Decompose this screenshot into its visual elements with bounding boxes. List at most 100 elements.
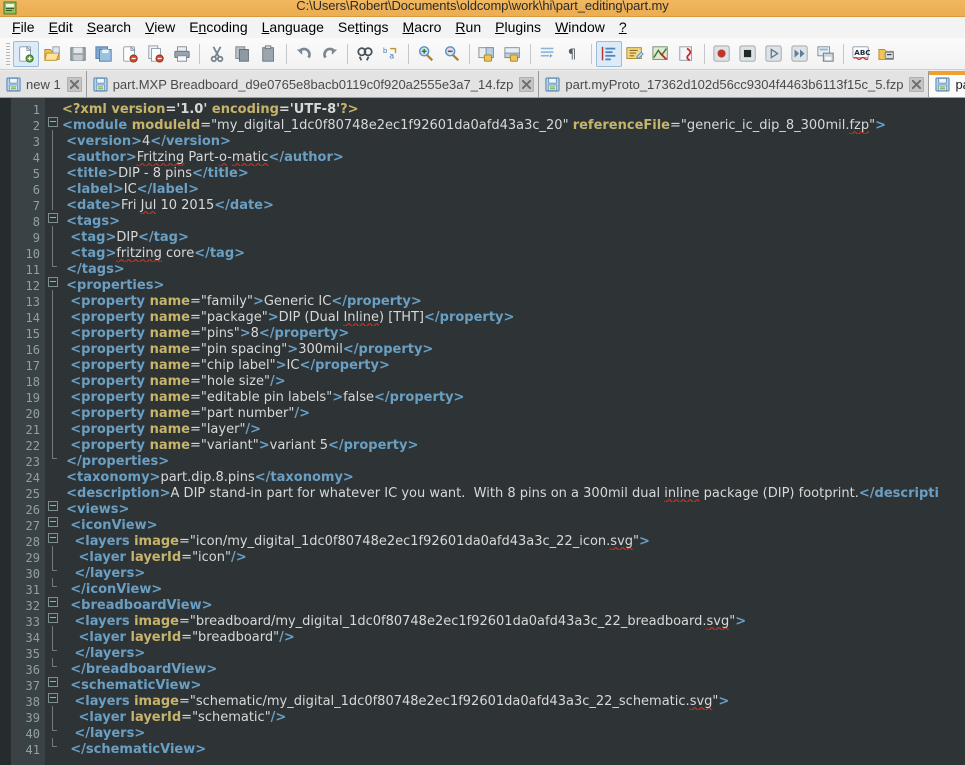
open-file-icon[interactable]	[39, 41, 65, 67]
line-number: 7	[32, 199, 40, 213]
fold-marker[interactable]	[45, 274, 62, 290]
fold-collapse-icon[interactable]	[48, 613, 58, 623]
close-file-icon[interactable]	[117, 41, 143, 67]
fold-marker[interactable]	[45, 690, 62, 706]
code-line: <property name="editable pin labels">fal…	[70, 390, 465, 405]
menu-language[interactable]: Language	[255, 18, 331, 37]
fold-marker[interactable]	[45, 610, 62, 626]
fold-marker	[45, 562, 62, 578]
word-wrap-icon[interactable]	[535, 41, 561, 67]
line-number: 25	[25, 487, 40, 501]
redo-icon[interactable]	[317, 41, 343, 67]
print-icon[interactable]	[169, 41, 195, 67]
play-macro-icon[interactable]	[761, 41, 787, 67]
function-list-icon[interactable]	[674, 41, 700, 67]
line-number: 8	[32, 215, 40, 229]
undo-icon[interactable]	[291, 41, 317, 67]
record-macro-icon[interactable]	[709, 41, 735, 67]
close-tab-icon[interactable]	[519, 76, 535, 92]
show-doc-map-icon[interactable]	[648, 41, 674, 67]
menu-view[interactable]: View	[138, 18, 182, 37]
toolbar-drag-handle[interactable]	[6, 42, 10, 65]
fold-collapse-icon[interactable]	[48, 277, 58, 287]
paste-icon[interactable]	[256, 41, 282, 67]
fold-marker[interactable]	[45, 674, 62, 690]
new-file-icon[interactable]	[13, 40, 39, 67]
editor-bookmark-margin[interactable]	[0, 98, 11, 765]
show-all-characters-icon[interactable]: ¶	[561, 41, 587, 67]
code-line: <layer layerId="breadboard"/>	[78, 630, 295, 645]
save-icon[interactable]	[65, 41, 91, 67]
close-all-files-icon[interactable]	[143, 41, 169, 67]
code-line: <tag>DIP</tag>	[70, 230, 189, 245]
fold-marker[interactable]	[45, 514, 62, 530]
fold-marker[interactable]	[45, 498, 62, 514]
code-line: <properties>	[66, 278, 165, 293]
menu-settings[interactable]: Settings	[331, 18, 396, 37]
stop-recording-icon[interactable]	[735, 41, 761, 67]
fold-collapse-icon[interactable]	[48, 501, 58, 511]
zoom-in-icon[interactable]	[413, 41, 439, 67]
cut-icon[interactable]	[204, 41, 230, 67]
close-tab-icon[interactable]	[909, 76, 925, 92]
document-tab[interactable]: new 1	[0, 71, 87, 97]
code-line: <version>4</version>	[66, 134, 231, 149]
code-editor[interactable]: 1 2 3 4 5 6 7 8 9 10 11 12 13 14 15 16 17 18 19 20 21 22 23 24 2…	[0, 98, 965, 765]
fold-collapse-icon[interactable]	[48, 213, 58, 223]
fold-marker[interactable]	[45, 594, 62, 610]
spell-check-icon[interactable]: ABC	[848, 41, 874, 67]
fold-marker[interactable]	[45, 114, 62, 130]
line-number: 27	[25, 519, 40, 533]
save-macro-icon[interactable]	[813, 41, 839, 67]
menu-file[interactable]: File	[5, 18, 42, 37]
fold-collapse-icon[interactable]	[48, 597, 58, 607]
fold-collapse-icon[interactable]	[48, 677, 58, 687]
save-all-icon[interactable]	[91, 41, 117, 67]
fold-marker	[45, 546, 62, 562]
menu-run[interactable]: Run	[448, 18, 488, 37]
code-line: </tags>	[66, 262, 125, 277]
menu-search[interactable]: Search	[80, 18, 138, 37]
fold-marker	[45, 162, 62, 178]
indent-guideline-icon[interactable]	[596, 40, 622, 67]
window-title-bar: C:\Users\Robert\Documents\oldcomp\work\h…	[0, 0, 965, 17]
code-folding-margin[interactable]	[45, 98, 62, 765]
line-number: 1	[32, 103, 40, 117]
document-tab[interactable]: part.MXP Breadboard_d9e0765e8bacb0119c0f…	[86, 71, 540, 97]
menu-macro[interactable]: Macro	[396, 18, 449, 37]
fold-collapse-icon[interactable]	[48, 117, 58, 127]
svg-text:ABC: ABC	[854, 47, 870, 56]
document-tab[interactable]: par	[929, 71, 965, 97]
fold-guide-line	[52, 194, 53, 210]
menu-plugins[interactable]: Plugins	[488, 18, 548, 37]
sync-horizontal-scroll-icon[interactable]	[500, 41, 526, 67]
fold-collapse-icon[interactable]	[48, 693, 58, 703]
toolbar-separator	[843, 43, 844, 64]
close-tab-icon[interactable]	[66, 76, 82, 92]
find-icon[interactable]	[352, 41, 378, 67]
sync-vertical-scroll-icon[interactable]	[474, 41, 500, 67]
fold-marker	[45, 466, 62, 482]
document-tab[interactable]: part.myProto_17362d102d56cc9304f4463b611…	[539, 71, 930, 97]
run-macro-multiple-icon[interactable]	[787, 41, 813, 67]
replace-icon[interactable]: ba	[378, 41, 404, 67]
menu-help[interactable]: ?	[612, 18, 634, 37]
menu-window[interactable]: Window	[548, 18, 612, 37]
fold-marker[interactable]	[45, 210, 62, 226]
zoom-out-icon[interactable]	[439, 41, 465, 67]
menu-encoding[interactable]: Encoding	[182, 18, 254, 37]
toolbar-separator	[704, 43, 705, 64]
fold-collapse-icon[interactable]	[48, 533, 58, 543]
fold-collapse-icon[interactable]	[48, 517, 58, 527]
fold-end-marker	[52, 738, 57, 747]
copy-icon[interactable]	[230, 41, 256, 67]
menu-edit[interactable]: Edit	[42, 18, 80, 37]
fold-end-marker	[52, 658, 57, 667]
editor-text-area[interactable]: <?xml version='1.0' encoding='UTF-8'?> <m…	[62, 98, 965, 765]
run-icon[interactable]	[874, 41, 900, 67]
fold-marker	[45, 706, 62, 722]
fold-marker	[45, 722, 62, 738]
fold-marker[interactable]	[45, 530, 62, 546]
user-defined-dialog-icon[interactable]	[622, 41, 648, 67]
fold-marker	[45, 322, 62, 338]
